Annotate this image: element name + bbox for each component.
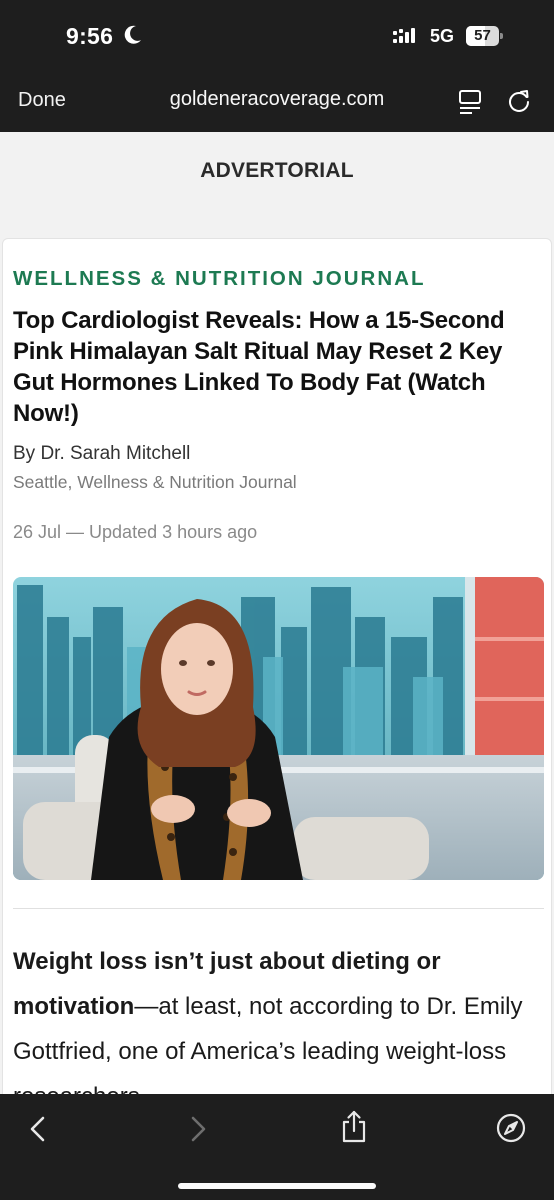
content-divider xyxy=(13,908,544,909)
status-time: 9:56 xyxy=(66,23,114,49)
browser-header: Done goldeneracoverage.com xyxy=(0,70,554,132)
battery-indicator: 57 xyxy=(466,26,503,46)
compass-icon[interactable] xyxy=(496,1113,526,1143)
chevron-right-icon[interactable] xyxy=(186,1115,210,1143)
chevron-left-icon[interactable] xyxy=(26,1115,50,1143)
article-headline: Top Cardiologist Reveals: How a 15-Secon… xyxy=(13,307,505,427)
status-bar: 9:56 5G 57 xyxy=(0,0,554,70)
network-label: 5G xyxy=(430,26,455,46)
moon-icon xyxy=(124,25,141,44)
battery-percent: 57 xyxy=(474,27,491,44)
reader-mode-icon[interactable] xyxy=(458,89,482,115)
home-indicator[interactable] xyxy=(178,1183,376,1189)
article-byline: By Dr. Sarah Mitchell xyxy=(13,443,191,464)
journal-kicker: WELLNESS & NUTRITION JOURNAL xyxy=(13,267,426,290)
article-date: 26 Jul — Updated 3 hours ago xyxy=(13,522,258,542)
article-location: Seattle, Wellness & Nutrition Journal xyxy=(13,472,297,492)
article-card: WELLNESS & NUTRITION JOURNAL Top Cardiol… xyxy=(2,238,552,1094)
hero-image xyxy=(13,577,544,880)
article-body: Weight loss isn’t just about dieting or … xyxy=(13,939,543,1094)
reload-icon[interactable] xyxy=(506,88,532,114)
web-page[interactable]: ADVERTORIAL WELLNESS & NUTRITION JOURNAL… xyxy=(0,132,554,1094)
browser-toolbar xyxy=(0,1094,554,1200)
signal-icon xyxy=(393,28,415,43)
advertorial-banner: ADVERTORIAL xyxy=(200,159,354,182)
share-icon[interactable] xyxy=(340,1110,368,1144)
